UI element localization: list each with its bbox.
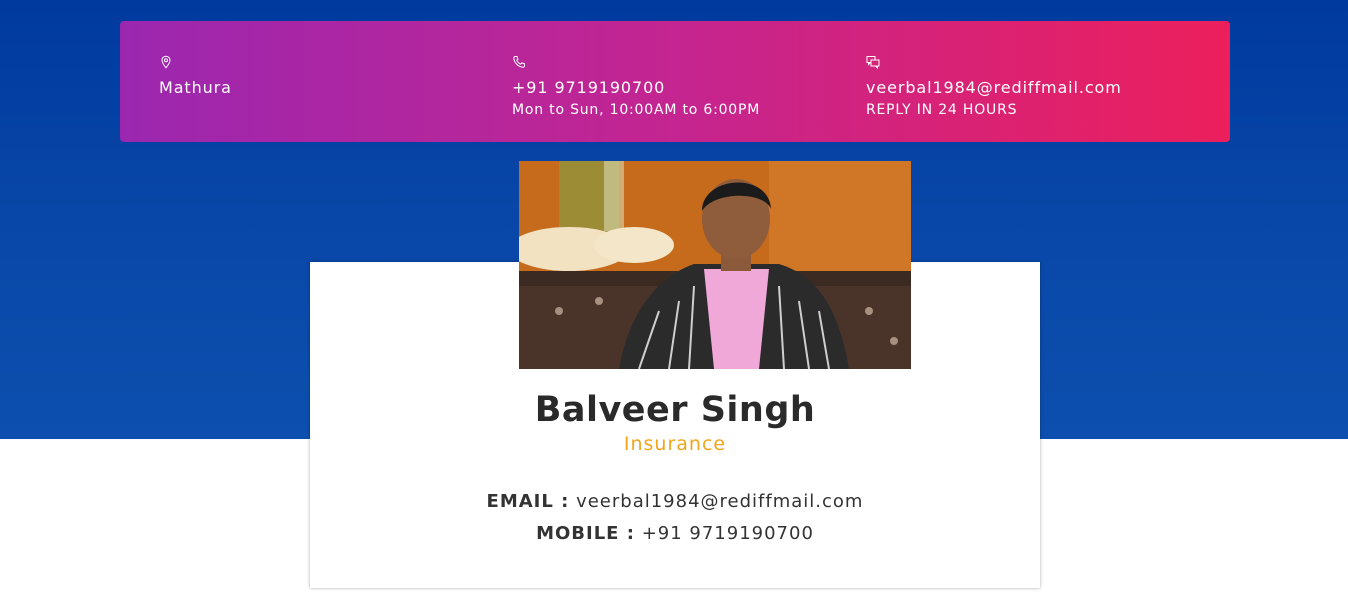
email-info: veerbal1984@rediffmail.com REPLY IN 24 H… bbox=[866, 54, 1122, 120]
mobile-label: MOBILE : bbox=[536, 523, 635, 544]
location-info: Mathura bbox=[159, 54, 232, 98]
email-label: EMAIL : bbox=[486, 491, 570, 512]
map-pin-icon bbox=[159, 54, 173, 69]
phone-number[interactable]: +91 9719190700 bbox=[512, 78, 760, 98]
profile-role: Insurance bbox=[623, 433, 727, 455]
email-value[interactable]: veerbal1984@rediffmail.com bbox=[576, 491, 863, 512]
contact-info-bar: Mathura +91 9719190700 Mon to Sun, 10:00… bbox=[120, 21, 1230, 142]
chat-bubbles-icon bbox=[866, 54, 880, 70]
reply-note: REPLY IN 24 HOURS bbox=[866, 102, 1018, 118]
mobile-value[interactable]: +91 9719190700 bbox=[642, 523, 814, 544]
phone-icon bbox=[512, 54, 526, 68]
profile-photo bbox=[519, 161, 911, 369]
profile-email-row: EMAIL : veerbal1984@rediffmail.com bbox=[310, 490, 1040, 514]
email-address[interactable]: veerbal1984@rediffmail.com bbox=[866, 78, 1122, 98]
profile-name: Balveer Singh bbox=[534, 390, 816, 430]
profile-mobile-row: MOBILE : +91 9719190700 bbox=[310, 522, 1040, 546]
business-hours: Mon to Sun, 10:00AM to 6:00PM bbox=[512, 102, 761, 118]
phone-info: +91 9719190700 Mon to Sun, 10:00AM to 6:… bbox=[512, 54, 760, 120]
location-text: Mathura bbox=[159, 78, 232, 97]
